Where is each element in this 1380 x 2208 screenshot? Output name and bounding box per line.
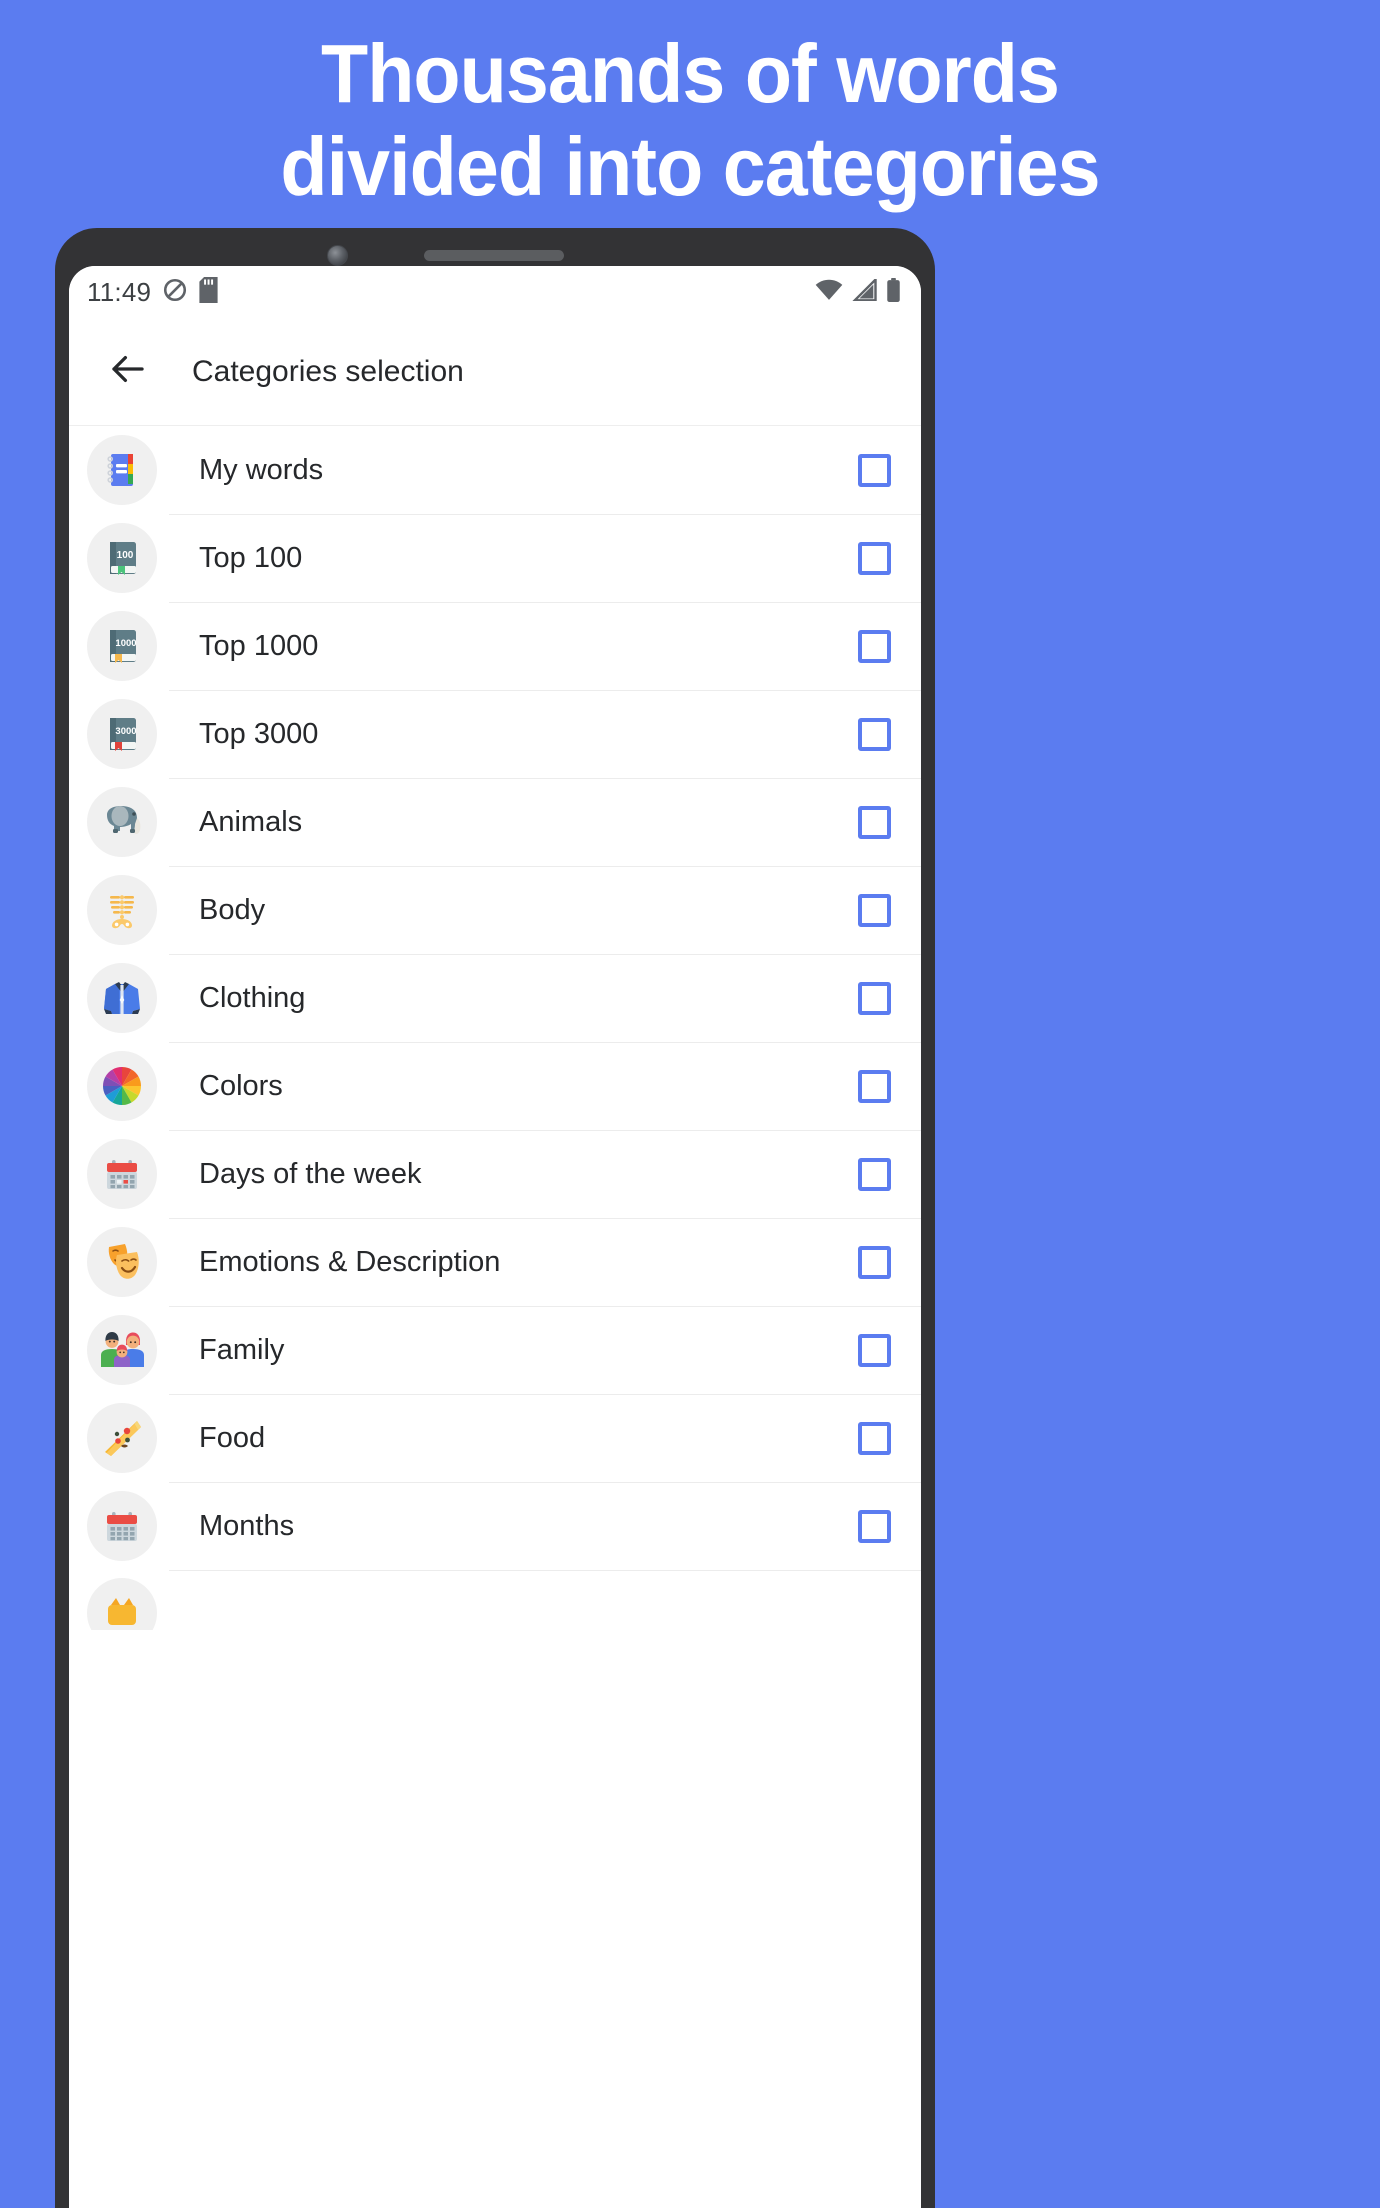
- category-checkbox[interactable]: [858, 1333, 891, 1367]
- category-checkbox[interactable]: [858, 893, 891, 927]
- page-title: Categories selection: [192, 354, 464, 388]
- list-item-label: Top 3000: [199, 717, 319, 750]
- category-checkbox[interactable]: [858, 1509, 891, 1543]
- list-item-label: Clothing: [199, 981, 306, 1014]
- status-bar-left: 11:49: [87, 276, 218, 308]
- status-bar: 11:49: [69, 266, 921, 318]
- sd-card-icon: [199, 276, 218, 308]
- app-bar: Categories selection: [69, 318, 921, 426]
- spine-icon: [87, 875, 157, 945]
- list-item[interactable]: 100 Top 100: [69, 514, 921, 602]
- list-item-label: Days of the week: [199, 1157, 422, 1190]
- promo-headline: Thousands of words divided into categori…: [48, 27, 1331, 214]
- front-camera-icon: [327, 245, 348, 266]
- svg-text:100: 100: [117, 550, 134, 561]
- headline-line-1: Thousands of words: [320, 27, 1060, 120]
- category-checkbox[interactable]: [858, 717, 891, 751]
- list-item-label: My words: [199, 453, 324, 486]
- list-item[interactable]: Animals: [69, 778, 921, 866]
- list-item[interactable]: Days of the week: [69, 1130, 921, 1218]
- pizza-icon: [87, 1403, 157, 1473]
- phone-screen: 11:49 Categories selection My words 100 …: [69, 266, 921, 2208]
- category-checkbox[interactable]: [858, 1421, 891, 1455]
- list-item-partial[interactable]: [69, 1570, 921, 1630]
- book-100-icon: 100: [87, 523, 157, 593]
- category-checkbox[interactable]: [858, 1157, 891, 1191]
- list-item-label: Food: [199, 1421, 266, 1454]
- list-item[interactable]: Body: [69, 866, 921, 954]
- cellular-signal-icon: [851, 276, 877, 306]
- list-item[interactable]: My words: [69, 426, 921, 514]
- list-item[interactable]: Months: [69, 1482, 921, 1570]
- theater-masks-icon: [87, 1227, 157, 1297]
- arrow-left-icon: [107, 348, 149, 395]
- list-item[interactable]: 3000 Top 3000: [69, 690, 921, 778]
- categories-list: My words 100 Top 100 1000 Top 1000 3000 …: [69, 426, 921, 1630]
- status-bar-clock: 11:49: [87, 276, 152, 307]
- list-item-label: Months: [199, 1509, 295, 1542]
- svg-text:3000: 3000: [115, 726, 136, 737]
- list-item-label: Family: [199, 1333, 285, 1366]
- category-checkbox[interactable]: [858, 1245, 891, 1279]
- list-item-label: Top 100: [199, 541, 303, 574]
- list-item-label: Colors: [199, 1069, 283, 1102]
- partial-category-icon: [87, 1578, 157, 1630]
- headline-line-2: divided into categories: [280, 119, 1100, 213]
- list-item-label: Top 1000: [199, 629, 319, 662]
- notebook-icon: [87, 435, 157, 505]
- do-not-disturb-icon: [162, 277, 188, 308]
- back-button[interactable]: [102, 346, 154, 398]
- family-icon: [87, 1315, 157, 1385]
- list-item[interactable]: Food: [69, 1394, 921, 1482]
- list-item[interactable]: Family: [69, 1306, 921, 1394]
- battery-icon: [886, 277, 901, 307]
- category-checkbox[interactable]: [858, 805, 891, 839]
- category-checkbox[interactable]: [858, 981, 891, 1015]
- category-checkbox[interactable]: [858, 541, 891, 575]
- status-bar-right: [815, 276, 901, 307]
- calendar-months-icon: [87, 1491, 157, 1561]
- list-item-label: Body: [199, 893, 266, 926]
- book-3000-icon: 3000: [87, 699, 157, 769]
- elephant-icon: [87, 787, 157, 857]
- svg-text:1000: 1000: [115, 638, 136, 649]
- color-wheel-icon: [87, 1051, 157, 1121]
- list-item[interactable]: Clothing: [69, 954, 921, 1042]
- category-checkbox[interactable]: [858, 629, 891, 663]
- phone-frame: 11:49 Categories selection My words 100 …: [55, 228, 935, 2208]
- book-1000-icon: 1000: [87, 611, 157, 681]
- list-item-label: Emotions & Description: [199, 1245, 501, 1278]
- list-item[interactable]: Colors: [69, 1042, 921, 1130]
- wifi-icon: [815, 279, 843, 306]
- list-item[interactable]: Emotions & Description: [69, 1218, 921, 1306]
- list-item-label: Animals: [199, 805, 303, 838]
- category-checkbox[interactable]: [858, 453, 891, 487]
- category-checkbox[interactable]: [858, 1069, 891, 1103]
- calendar-icon: [87, 1139, 157, 1209]
- list-item[interactable]: 1000 Top 1000: [69, 602, 921, 690]
- jacket-icon: [87, 963, 157, 1033]
- earpiece-speaker-icon: [424, 250, 564, 261]
